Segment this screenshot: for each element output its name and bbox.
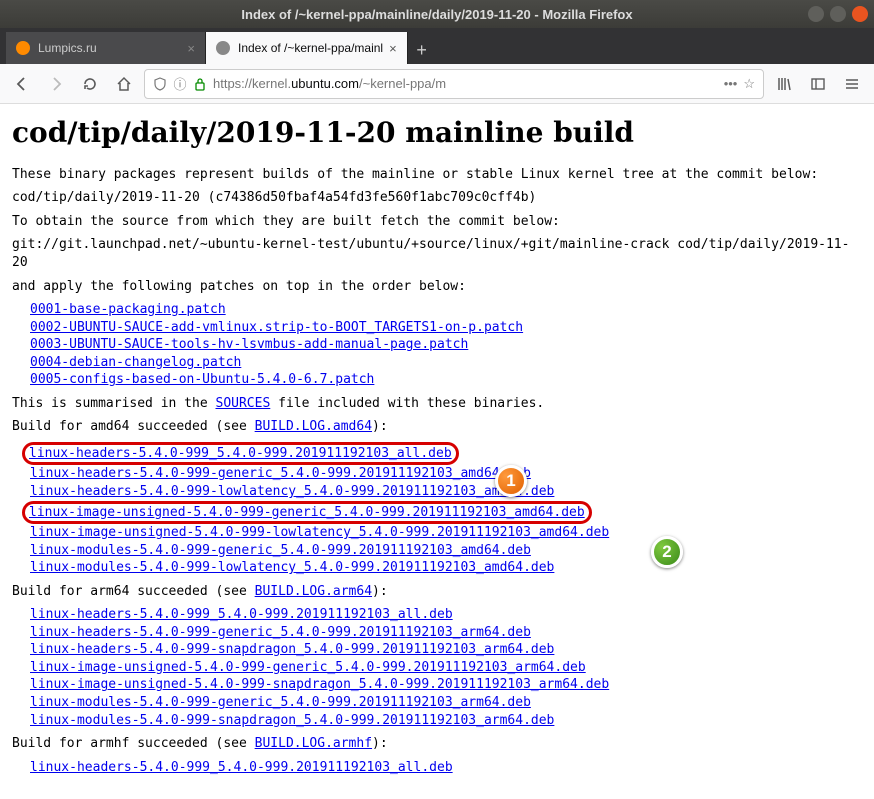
deb-link[interactable]: linux-headers-5.4.0-999-generic_5.4.0-99… (30, 625, 531, 640)
page-action-dots-icon[interactable]: ••• (724, 76, 738, 91)
home-button[interactable] (110, 70, 138, 98)
arm64-build-line: Build for arm64 succeeded (see BUILD.LOG… (12, 583, 862, 601)
amd64-files: linux-headers-5.4.0-999_5.4.0-999.201911… (30, 442, 862, 577)
library-button[interactable] (770, 70, 798, 98)
home-icon (116, 76, 132, 92)
favicon-icon (216, 41, 230, 55)
deb-link[interactable]: linux-headers-5.4.0-999-lowlatency_5.4.0… (30, 484, 554, 499)
patches-line: and apply the following patches on top i… (12, 278, 862, 296)
window-title: Index of /~kernel-ppa/mainline/daily/201… (6, 7, 868, 22)
star-icon[interactable]: ☆ (743, 76, 755, 92)
page-content: cod/tip/daily/2019-11-20 mainline build … (0, 104, 874, 799)
deb-link[interactable]: linux-headers-5.4.0-999_5.4.0-999.201911… (30, 760, 453, 775)
patch-link[interactable]: 0003-UBUNTU-SAUCE-tools-hv-lsvmbus-add-m… (30, 337, 468, 352)
window-minimize-button[interactable] (808, 6, 824, 22)
deb-link[interactable]: linux-headers-5.4.0-999_5.4.0-999.201911… (30, 607, 453, 622)
intro-text: These binary packages represent builds o… (12, 166, 862, 184)
deb-link[interactable]: linux-modules-5.4.0-999-snapdragon_5.4.0… (30, 713, 554, 728)
deb-link[interactable]: linux-headers-5.4.0-999-generic_5.4.0-99… (30, 466, 531, 481)
arrow-right-icon (48, 76, 64, 92)
window-controls (808, 6, 868, 22)
shield-icon (153, 77, 167, 91)
deb-link[interactable]: linux-image-unsigned-5.4.0-999-snapdrago… (30, 677, 609, 692)
patch-link[interactable]: 0004-debian-changelog.patch (30, 355, 241, 370)
deb-link[interactable]: linux-image-unsigned-5.4.0-999-generic_5… (29, 505, 585, 520)
back-button[interactable] (8, 70, 36, 98)
url-bar[interactable]: ⓘ https://kernel.ubuntu.com/~kernel-ppa/… (144, 69, 764, 99)
sources-link[interactable]: SOURCES (216, 396, 271, 411)
git-line: git://git.launchpad.net/~ubuntu-kernel-t… (12, 236, 862, 271)
callout-1: linux-headers-5.4.0-999_5.4.0-999.201911… (22, 442, 459, 466)
reload-icon (82, 76, 98, 92)
deb-link[interactable]: linux-modules-5.4.0-999-generic_5.4.0-99… (30, 695, 531, 710)
window-titlebar: Index of /~kernel-ppa/mainline/daily/201… (0, 0, 874, 28)
deb-link[interactable]: linux-headers-5.4.0-999_5.4.0-999.201911… (29, 446, 452, 461)
forward-button[interactable] (42, 70, 70, 98)
tab-label: Lumpics.ru (38, 41, 181, 55)
patch-link[interactable]: 0001-base-packaging.patch (30, 302, 226, 317)
arm64-files: linux-headers-5.4.0-999_5.4.0-999.201911… (30, 606, 862, 729)
tab-lumpics[interactable]: Lumpics.ru × (6, 32, 206, 64)
callout-2: linux-image-unsigned-5.4.0-999-generic_5… (22, 501, 592, 525)
url-text: https://kernel.ubuntu.com/~kernel-ppa/m (213, 76, 718, 91)
window-maximize-button[interactable] (830, 6, 846, 22)
tab-kernel-ppa[interactable]: Index of /~kernel-ppa/mainl × (206, 32, 408, 64)
annotation-badge-2: 2 (651, 536, 683, 568)
build-log-link[interactable]: BUILD.LOG.amd64 (255, 419, 372, 434)
deb-link[interactable]: linux-modules-5.4.0-999-lowlatency_5.4.0… (30, 560, 554, 575)
patch-link[interactable]: 0005-configs-based-on-Ubuntu-5.4.0-6.7.p… (30, 372, 374, 387)
library-icon (776, 76, 792, 92)
armhf-build-line: Build for armhf succeeded (see BUILD.LOG… (12, 735, 862, 753)
armhf-files: linux-headers-5.4.0-999_5.4.0-999.201911… (30, 759, 862, 777)
patches-list: 0001-base-packaging.patch 0002-UBUNTU-SA… (30, 301, 862, 389)
deb-link[interactable]: linux-headers-5.4.0-999-snapdragon_5.4.0… (30, 642, 554, 657)
sidebar-icon (810, 76, 826, 92)
summary-line: This is summarised in the SOURCES file i… (12, 395, 862, 413)
annotation-badge-1: 1 (495, 465, 527, 497)
deb-link[interactable]: linux-image-unsigned-5.4.0-999-lowlatenc… (30, 525, 609, 540)
build-log-link[interactable]: BUILD.LOG.arm64 (255, 584, 372, 599)
favicon-icon (16, 41, 30, 55)
amd64-build-line: Build for amd64 succeeded (see BUILD.LOG… (12, 418, 862, 436)
hamburger-icon (844, 76, 860, 92)
deb-link[interactable]: linux-image-unsigned-5.4.0-999-generic_5… (30, 660, 586, 675)
info-icon[interactable]: ⓘ (173, 77, 187, 91)
menu-button[interactable] (838, 70, 866, 98)
window-close-button[interactable] (852, 6, 868, 22)
new-tab-button[interactable]: + (408, 36, 436, 64)
tab-close-icon[interactable]: × (389, 41, 397, 56)
nav-toolbar: ⓘ https://kernel.ubuntu.com/~kernel-ppa/… (0, 64, 874, 104)
page-heading: cod/tip/daily/2019-11-20 mainline build (12, 114, 862, 152)
sidebar-button[interactable] (804, 70, 832, 98)
build-log-link[interactable]: BUILD.LOG.armhf (255, 736, 372, 751)
patch-link[interactable]: 0002-UBUNTU-SAUCE-add-vmlinux.strip-to-B… (30, 320, 523, 335)
source-line: To obtain the source from which they are… (12, 213, 862, 231)
commit-text: cod/tip/daily/2019-11-20 (c74386d50fbaf4… (12, 189, 862, 207)
arrow-left-icon (14, 76, 30, 92)
tab-bar: Lumpics.ru × Index of /~kernel-ppa/mainl… (0, 28, 874, 64)
lock-icon (193, 77, 207, 91)
deb-link[interactable]: linux-modules-5.4.0-999-generic_5.4.0-99… (30, 543, 531, 558)
reload-button[interactable] (76, 70, 104, 98)
tab-label: Index of /~kernel-ppa/mainl (238, 41, 383, 55)
tab-close-icon[interactable]: × (187, 41, 195, 56)
